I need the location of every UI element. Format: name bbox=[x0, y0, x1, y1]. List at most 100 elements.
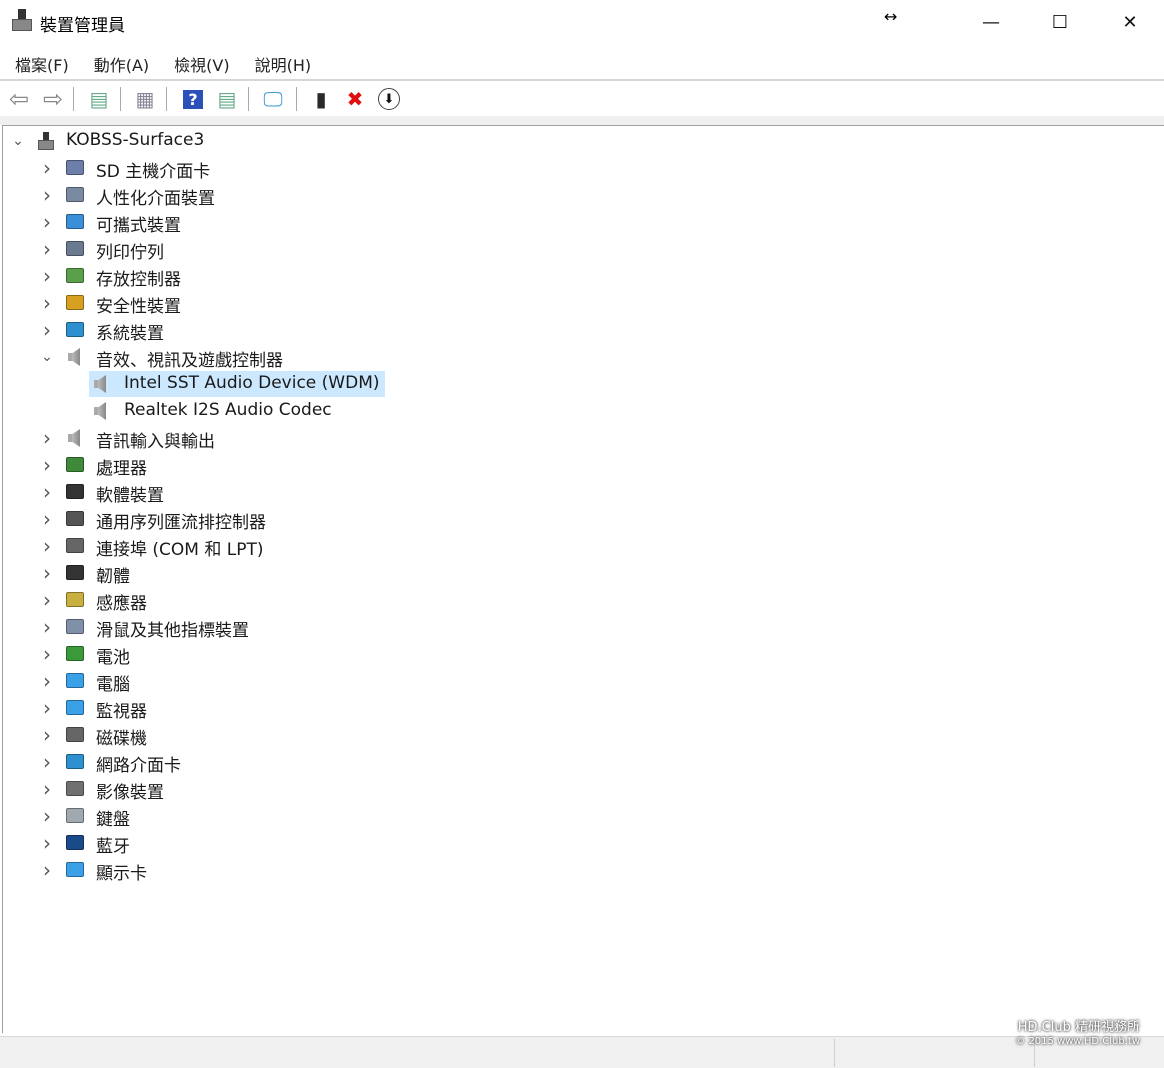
tree-item[interactable]: › 網路介面卡 bbox=[3, 749, 1164, 776]
update-driver-button[interactable]: ▮ bbox=[308, 87, 334, 111]
speaker-icon bbox=[64, 428, 86, 448]
chevron-right-icon[interactable]: › bbox=[40, 507, 54, 531]
computer-icon bbox=[64, 671, 86, 691]
tree-item[interactable]: › 藍牙 bbox=[3, 830, 1164, 857]
tree-child-item[interactable]: Realtek I2S Audio Codec bbox=[3, 398, 1164, 424]
chevron-right-icon[interactable]: › bbox=[40, 183, 54, 207]
tree-item[interactable]: › 音訊輸入與輸出 bbox=[3, 425, 1164, 452]
tree-item[interactable]: › 列印佇列 bbox=[3, 236, 1164, 263]
forward-button[interactable]: ⇨ bbox=[40, 85, 66, 113]
mouse-icon bbox=[64, 617, 86, 637]
chevron-down-icon[interactable]: ⌄ bbox=[40, 349, 54, 365]
tree-item[interactable]: › 可攜式裝置 bbox=[3, 209, 1164, 236]
chevron-right-icon[interactable]: › bbox=[40, 696, 54, 720]
tree-item-label: 安全性裝置 bbox=[96, 297, 181, 317]
status-divider bbox=[834, 1039, 835, 1067]
chevron-right-icon[interactable]: › bbox=[40, 804, 54, 828]
minimize-button[interactable]: — bbox=[968, 0, 1014, 44]
tree-item[interactable]: › 電腦 bbox=[3, 668, 1164, 695]
tree-item-label: 顯示卡 bbox=[96, 864, 147, 884]
chevron-right-icon[interactable]: › bbox=[40, 534, 54, 558]
show-action-pane-button[interactable]: ▤ bbox=[214, 87, 240, 111]
menu-help[interactable]: 說明(H) bbox=[255, 48, 312, 78]
keyboard-icon bbox=[64, 806, 86, 826]
tree-item[interactable]: › 電池 bbox=[3, 641, 1164, 668]
chevron-right-icon[interactable]: › bbox=[40, 669, 54, 693]
chevron-right-icon[interactable]: › bbox=[40, 426, 54, 450]
device-tree[interactable]: ⌄ KOBSS-Surface3 › SD 主機介面卡 › 人性化介面裝置 › 可攜式裝置 › 列… bbox=[2, 125, 1164, 1033]
tree-item[interactable]: › 韌體 bbox=[3, 560, 1164, 587]
arrow-left-icon: ⇦ bbox=[8, 85, 30, 113]
uninstall-device-button[interactable]: ✖ bbox=[342, 87, 368, 111]
chevron-right-icon[interactable]: › bbox=[40, 237, 54, 261]
chevron-right-icon[interactable]: › bbox=[40, 750, 54, 774]
tree-item-label: 系統裝置 bbox=[96, 324, 164, 344]
tree-item[interactable]: › 影像裝置 bbox=[3, 776, 1164, 803]
tree-item[interactable]: › 感應器 bbox=[3, 587, 1164, 614]
show-hide-console-tree-button[interactable]: ▤ bbox=[86, 87, 112, 111]
tree-item[interactable]: › 監視器 bbox=[3, 695, 1164, 722]
back-button[interactable]: ⇦ bbox=[6, 85, 32, 113]
tree-item[interactable]: › 顯示卡 bbox=[3, 857, 1164, 884]
tree-item[interactable]: › 存放控制器 bbox=[3, 263, 1164, 290]
disk-drive-icon bbox=[64, 725, 86, 745]
tree-item-label: 滑鼠及其他指標裝置 bbox=[96, 621, 249, 641]
tree-root[interactable]: ⌄ KOBSS-Surface3 bbox=[3, 128, 1164, 154]
chevron-right-icon[interactable]: › bbox=[40, 615, 54, 639]
tree-item-label: 音訊輸入與輸出 bbox=[96, 432, 215, 452]
tree-item[interactable]: › 磁碟機 bbox=[3, 722, 1164, 749]
speaker-icon bbox=[64, 347, 86, 367]
chevron-right-icon[interactable]: › bbox=[40, 264, 54, 288]
scan-hardware-button[interactable]: 🖵 bbox=[260, 87, 286, 111]
tree-item[interactable]: › 人性化介面裝置 bbox=[3, 182, 1164, 209]
tree-child-label: Intel SST Audio Device (WDM) bbox=[124, 373, 380, 393]
tree-item[interactable]: › 連接埠 (COM 和 LPT) bbox=[3, 533, 1164, 560]
help-button[interactable]: ? bbox=[180, 87, 206, 111]
menu-file[interactable]: 檔案(F) bbox=[15, 48, 69, 78]
tree-item-label: 監視器 bbox=[96, 702, 147, 722]
battery-icon bbox=[64, 644, 86, 664]
chevron-right-icon[interactable]: › bbox=[40, 210, 54, 234]
tree-item[interactable]: › SD 主機介面卡 bbox=[3, 155, 1164, 182]
down-arrow-circle-icon: ⬇ bbox=[378, 88, 400, 110]
tree-item-label: 連接埠 (COM 和 LPT) bbox=[96, 540, 264, 560]
chevron-right-icon[interactable]: › bbox=[40, 453, 54, 477]
maximize-button[interactable]: ☐ bbox=[1037, 0, 1083, 44]
chevron-right-icon[interactable]: › bbox=[40, 831, 54, 855]
chevron-right-icon[interactable]: › bbox=[40, 291, 54, 315]
arrow-right-icon: ⇨ bbox=[42, 85, 64, 113]
chevron-right-icon[interactable]: › bbox=[40, 777, 54, 801]
tree-item[interactable]: ⌄ 音效、視訊及遊戲控制器 bbox=[3, 344, 1164, 371]
network-adapter-icon bbox=[64, 752, 86, 772]
tree-item-label: 影像裝置 bbox=[96, 783, 164, 803]
tree-item[interactable]: › 處理器 bbox=[3, 452, 1164, 479]
chevron-down-icon[interactable]: ⌄ bbox=[11, 133, 25, 149]
tree-item[interactable]: › 安全性裝置 bbox=[3, 290, 1164, 317]
chevron-right-icon[interactable]: › bbox=[40, 858, 54, 882]
watermark: HD.Club 精研視務所 © 2015 www.HD.Club.tw bbox=[1015, 1021, 1140, 1049]
storage-controller-icon bbox=[64, 266, 86, 286]
chevron-right-icon[interactable]: › bbox=[40, 588, 54, 612]
menu-action[interactable]: 動作(A) bbox=[94, 48, 149, 78]
tree-item-label: 處理器 bbox=[96, 459, 147, 479]
tree-item[interactable]: › 滑鼠及其他指標裝置 bbox=[3, 614, 1164, 641]
disable-device-button[interactable]: ⬇ bbox=[376, 87, 402, 111]
tree-item[interactable]: › 軟體裝置 bbox=[3, 479, 1164, 506]
tree-item-label: 感應器 bbox=[96, 594, 147, 614]
menu-view[interactable]: 檢視(V) bbox=[174, 48, 229, 78]
watermark-line2: © 2015 www.HD.Club.tw bbox=[1015, 1036, 1140, 1047]
help-icon: ? bbox=[183, 89, 203, 109]
close-button[interactable]: ✕ bbox=[1107, 0, 1153, 44]
tree-child-item[interactable]: Intel SST Audio Device (WDM) bbox=[3, 371, 1164, 397]
chevron-right-icon[interactable]: › bbox=[40, 480, 54, 504]
tree-item[interactable]: › 鍵盤 bbox=[3, 803, 1164, 830]
tree-item[interactable]: › 系統裝置 bbox=[3, 317, 1164, 344]
chevron-right-icon[interactable]: › bbox=[40, 318, 54, 342]
properties-button[interactable]: ▦ bbox=[132, 87, 158, 111]
chevron-right-icon[interactable]: › bbox=[40, 561, 54, 585]
chevron-right-icon[interactable]: › bbox=[40, 723, 54, 747]
chevron-right-icon[interactable]: › bbox=[40, 156, 54, 180]
chevron-right-icon[interactable]: › bbox=[40, 642, 54, 666]
tree-item-label: 電池 bbox=[96, 648, 130, 668]
tree-item[interactable]: › 通用序列匯流排控制器 bbox=[3, 506, 1164, 533]
